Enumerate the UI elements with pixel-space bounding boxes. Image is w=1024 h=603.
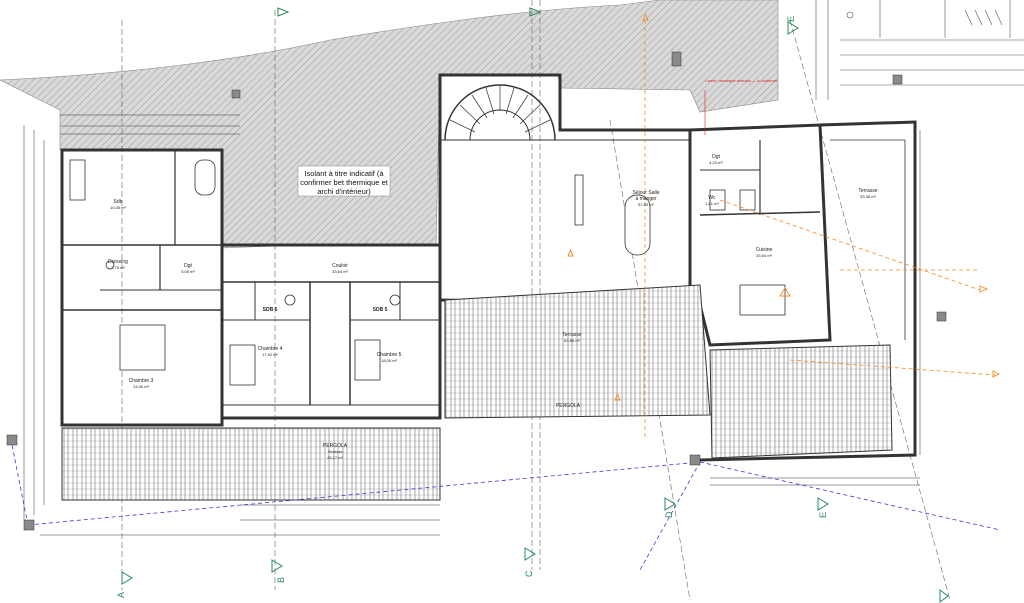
room-area-sdb: 10,35 m² xyxy=(110,205,126,210)
note-line-3: archi d'intérieur) xyxy=(317,187,371,196)
floor-plan: Lorem: remarque réseaux — a confirmer Is… xyxy=(0,0,1024,603)
pergola-label-mid: PERGOLA xyxy=(556,403,581,409)
terrasse-area-left: 45,27 m² xyxy=(327,455,343,460)
grid-label-a: A xyxy=(116,592,126,598)
room-name-sdb-5: SDB 5 xyxy=(373,307,388,313)
room-area-dgt-right: 4,23 m² xyxy=(709,160,723,165)
note-line-2: confirmer bet thermique et xyxy=(300,178,388,187)
room-area-dressing: 7,75 m² xyxy=(111,265,125,270)
room-area-chambre-3: 24,06 m² xyxy=(133,384,149,389)
pergola-middle xyxy=(444,284,711,419)
room-name-sdb-6: SDB 6 xyxy=(263,307,278,313)
room-area-couloir: 33,64 m² xyxy=(332,269,348,274)
terrasse-label-left: Terrasse xyxy=(327,449,343,454)
room-area-chambre-4: 17,92 m² xyxy=(262,352,278,357)
spiral-staircase xyxy=(444,84,556,141)
grid-label-e-top: E xyxy=(786,16,796,22)
pergola-right xyxy=(709,344,893,459)
grid-label-c: C xyxy=(524,570,534,577)
pergola-left-bottom xyxy=(61,427,441,501)
note-line-1: Isolant à titre indicatif (à xyxy=(304,169,384,178)
red-annotation: Lorem: remarque réseaux — a confirmer xyxy=(705,78,778,83)
room-area-terrasse-right: 33,38 m² xyxy=(860,194,876,199)
ground-hatch-area xyxy=(0,0,779,249)
room-area-cuisine: 25,64 m² xyxy=(756,253,772,258)
room-area-chambre-5: 18,05 m² xyxy=(381,358,397,363)
grid-label-d: D xyxy=(664,511,674,518)
grid-label-e-bottom: E xyxy=(818,512,828,518)
insulation-note: Isolant à titre indicatif (à confirmer b… xyxy=(297,165,391,197)
room-area-terrasse-mid: 63,86 m² xyxy=(564,338,580,343)
room-area-wc: 1,61 m² xyxy=(705,201,719,206)
grid-label-b: B xyxy=(276,577,286,583)
room-area-sejour: 57,60 m² xyxy=(638,202,654,207)
parking-grid xyxy=(815,0,1024,100)
room-area-dgt-left: 5,06 m² xyxy=(181,269,195,274)
